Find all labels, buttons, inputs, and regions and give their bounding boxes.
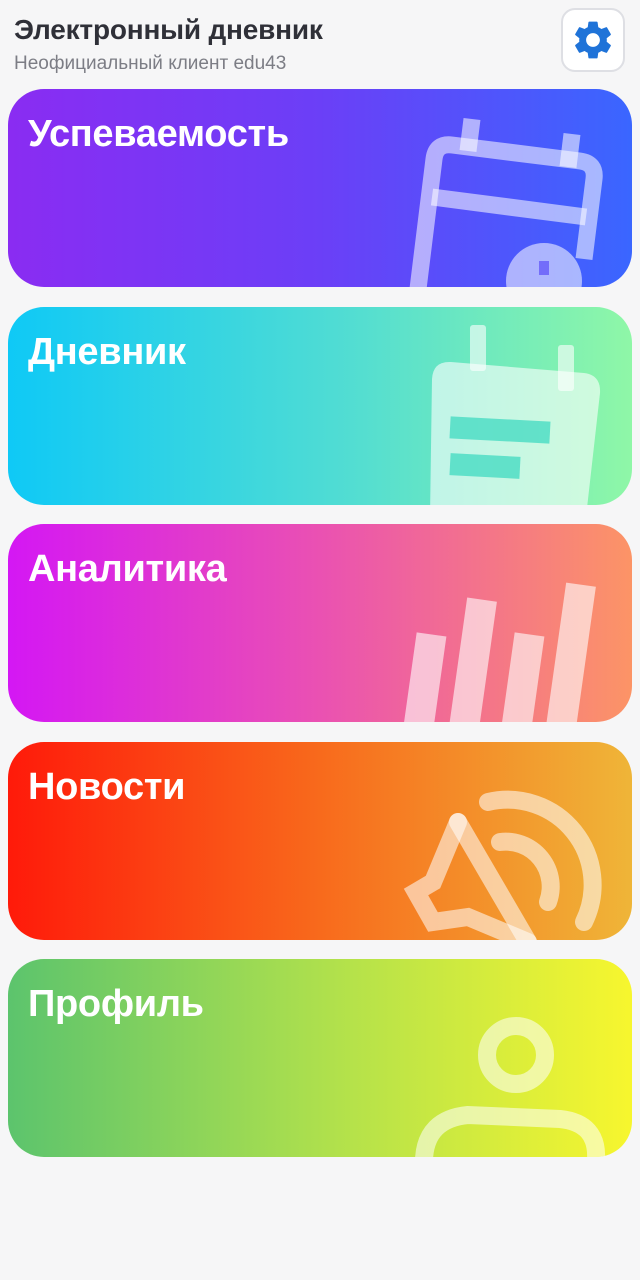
megaphone-icon — [388, 742, 632, 940]
notepad-icon — [388, 307, 632, 505]
diary-card[interactable]: Дневник — [8, 307, 632, 505]
app-header: Электронный дневник Неофициальный клиент… — [0, 0, 640, 88]
grades-card[interactable]: Успеваемость — [8, 89, 632, 287]
app-subtitle: Неофициальный клиент edu43 — [14, 53, 287, 74]
bar-chart-icon — [388, 524, 632, 722]
app-title: Электронный дневник — [14, 14, 323, 45]
person-icon — [388, 959, 632, 1157]
diary-card-label: Дневник — [28, 331, 186, 373]
analytics-card-label: Аналитика — [28, 548, 227, 590]
news-card[interactable]: Новости — [8, 742, 632, 940]
profile-card-label: Профиль — [28, 983, 204, 1025]
calendar-info-icon — [388, 89, 632, 287]
profile-card[interactable]: Профиль — [8, 959, 632, 1157]
news-card-label: Новости — [28, 766, 186, 808]
grades-card-label: Успеваемость — [28, 113, 289, 155]
analytics-card[interactable]: Аналитика — [8, 524, 632, 722]
gear-icon — [575, 21, 611, 59]
settings-button[interactable] — [561, 8, 625, 72]
